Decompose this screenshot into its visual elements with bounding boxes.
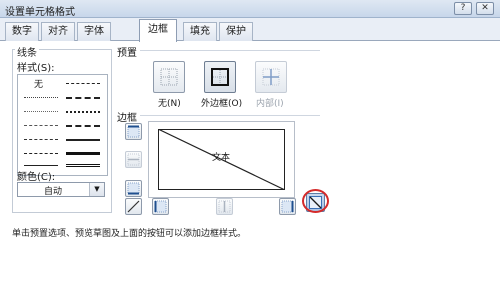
preview-text: 文本 bbox=[212, 153, 231, 163]
tab-fill[interactable]: 填充 bbox=[183, 22, 217, 41]
border-group-title: 边框 bbox=[117, 113, 137, 124]
preset-none-button[interactable] bbox=[153, 61, 185, 93]
line-style-option[interactable] bbox=[66, 97, 100, 99]
preset-inside-button[interactable] bbox=[255, 61, 287, 93]
line-style-option[interactable] bbox=[24, 111, 58, 112]
dialog-title: 设置单元格格式 bbox=[5, 7, 75, 18]
line-style-option[interactable] bbox=[24, 139, 58, 140]
line-style-option[interactable] bbox=[66, 125, 100, 127]
close-button[interactable]: ✕ bbox=[476, 2, 494, 15]
help-button[interactable]: ? bbox=[454, 2, 472, 15]
line-group-title: 线条 bbox=[15, 44, 39, 59]
chevron-down-icon[interactable]: ▼ bbox=[89, 183, 104, 196]
color-label: 颜色(C): bbox=[17, 172, 56, 183]
border-bottom-button[interactable] bbox=[125, 180, 142, 197]
border-bottom-icon bbox=[127, 182, 140, 195]
line-style-option[interactable] bbox=[24, 97, 58, 98]
color-dropdown[interactable]: 自动 ▼ bbox=[17, 182, 105, 197]
line-style-option[interactable] bbox=[66, 83, 100, 84]
line-style-list[interactable]: 无 bbox=[17, 74, 108, 176]
border-left-button[interactable] bbox=[152, 198, 169, 215]
border-outline-icon bbox=[211, 68, 229, 86]
tab-protection[interactable]: 保护 bbox=[219, 22, 253, 41]
line-style-option[interactable] bbox=[24, 165, 58, 166]
border-top-button[interactable] bbox=[125, 123, 142, 140]
preset-outline-button[interactable] bbox=[204, 61, 236, 93]
border-left-icon bbox=[154, 200, 167, 213]
help-icon: ? bbox=[460, 3, 466, 13]
presets-divider bbox=[140, 50, 320, 51]
border-right-icon bbox=[281, 200, 294, 213]
line-style-option[interactable] bbox=[66, 139, 100, 141]
style-label: 样式(S): bbox=[17, 63, 55, 74]
preset-inside-label: 内部(I) bbox=[256, 99, 284, 109]
diagonal-up-icon bbox=[127, 200, 140, 213]
border-right-button[interactable] bbox=[279, 198, 296, 215]
tab-font[interactable]: 字体 bbox=[77, 22, 111, 41]
line-style-option[interactable] bbox=[66, 164, 100, 167]
tab-number[interactable]: 数字 bbox=[5, 22, 39, 41]
border-inside-horizontal-icon bbox=[127, 153, 140, 166]
hint-text: 单击预置选项、预览草图及上面的按钮可以添加边框样式。 bbox=[12, 229, 247, 239]
presets-title: 预置 bbox=[117, 48, 137, 59]
close-icon: ✕ bbox=[481, 3, 489, 13]
border-inside-icon bbox=[262, 68, 280, 86]
border-tab-panel: 线条 样式(S): 无 颜色(C): 自动 ▼ 预置 无(N) 外边框(O) 内… bbox=[0, 41, 500, 283]
line-style-option[interactable] bbox=[24, 153, 58, 154]
line-style-option[interactable] bbox=[66, 111, 100, 113]
border-inside-vertical-icon bbox=[218, 200, 231, 213]
color-value: 自动 bbox=[43, 187, 62, 197]
tab-border[interactable]: 边框 bbox=[139, 19, 177, 42]
tab-alignment[interactable]: 对齐 bbox=[41, 22, 75, 41]
border-inside-horizontal-button[interactable] bbox=[125, 151, 142, 168]
dialog-title-bar: 设置单元格格式 ? ✕ bbox=[0, 0, 500, 18]
border-inside-vertical-button[interactable] bbox=[216, 198, 233, 215]
tab-strip: 数字 对齐 字体 边框 填充 保护 bbox=[0, 18, 500, 42]
border-none-icon bbox=[160, 68, 178, 86]
diagonal-up-button[interactable] bbox=[125, 198, 142, 215]
border-top-icon bbox=[127, 125, 140, 138]
preset-outline-label: 外边框(O) bbox=[201, 99, 243, 109]
border-divider bbox=[140, 115, 320, 116]
line-style-option[interactable] bbox=[66, 152, 100, 155]
line-style-option[interactable] bbox=[24, 125, 58, 126]
line-style-none[interactable]: 无 bbox=[34, 77, 43, 90]
highlight-circle bbox=[302, 189, 329, 213]
preset-none-label: 无(N) bbox=[158, 99, 181, 109]
